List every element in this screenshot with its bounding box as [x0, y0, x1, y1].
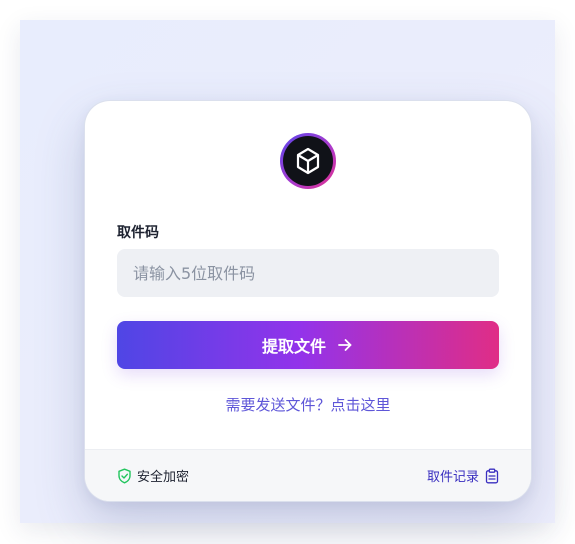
pickup-code-input[interactable]: [117, 249, 499, 297]
page-background: 取件码 提取文件 需要发送文件？点击这里 安全加密 取件记录: [20, 20, 555, 523]
shield-check-icon: [118, 468, 131, 483]
clipboard-icon: [485, 468, 499, 483]
retrieve-file-label: 提取文件: [261, 337, 326, 356]
send-file-link[interactable]: 需要发送文件？点击这里: [85, 394, 531, 415]
arrow-right-icon: [338, 339, 352, 351]
logo-badge: [283, 136, 333, 186]
pickup-card: 取件码 提取文件 需要发送文件？点击这里 安全加密 取件记录: [84, 100, 532, 502]
pickup-history-label: 取件记录: [426, 470, 479, 485]
secure-label: 安全加密: [137, 470, 190, 485]
pickup-history-link[interactable]: 取件记录: [427, 466, 499, 485]
cube-icon: [296, 147, 320, 175]
pickup-code-label: 取件码: [117, 225, 159, 241]
secure-indicator: 安全加密: [117, 466, 189, 485]
card-footer: 安全加密 取件记录: [85, 449, 531, 501]
app-logo: [280, 133, 336, 189]
retrieve-file-button[interactable]: 提取文件: [117, 321, 499, 369]
